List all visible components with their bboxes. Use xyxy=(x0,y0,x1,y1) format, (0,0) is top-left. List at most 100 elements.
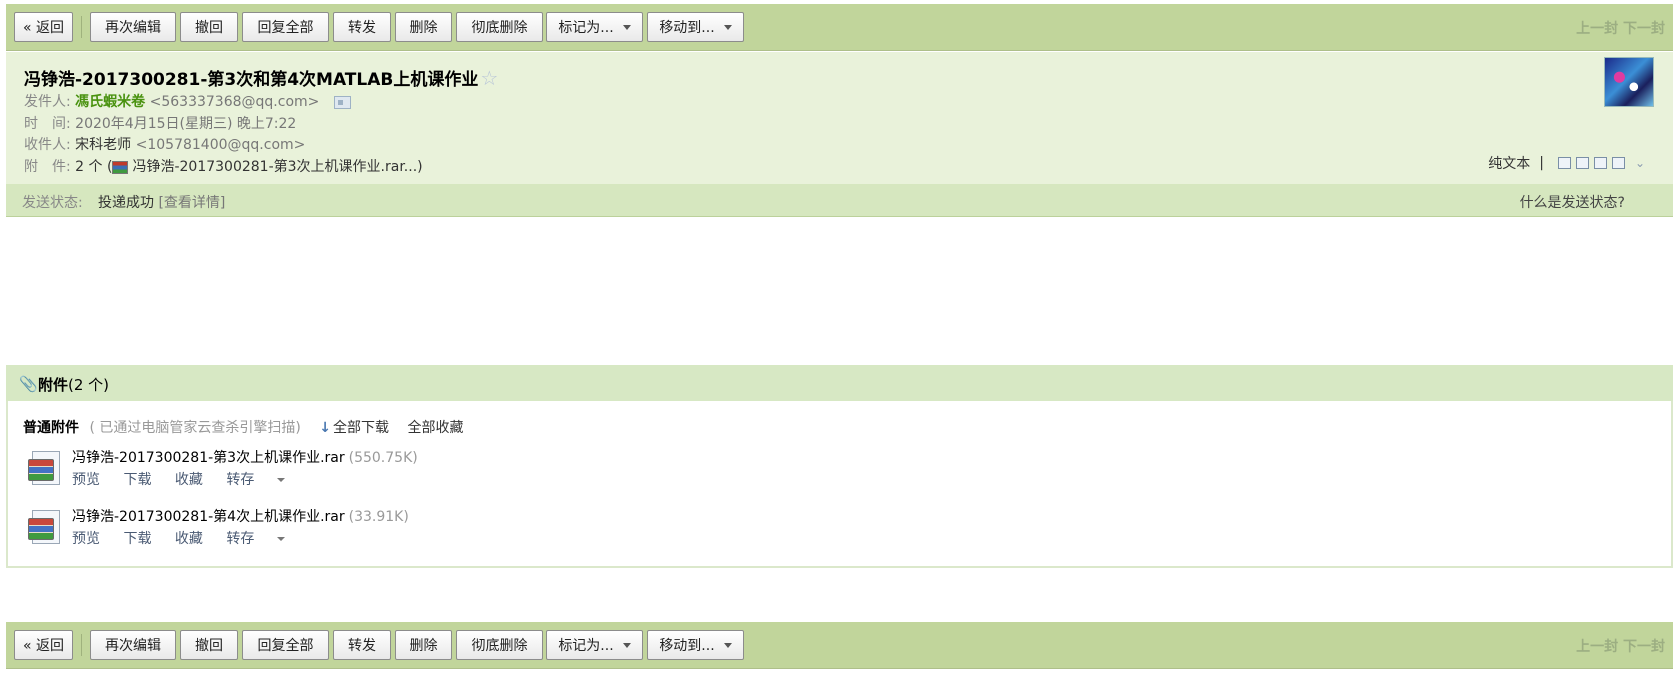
rar-archive-icon xyxy=(28,451,62,487)
download-all-link[interactable]: ↓ 全部下载 xyxy=(319,420,389,436)
recipient-email: <105781400@qq.com> xyxy=(135,137,306,153)
download-all-label: 全部下载 xyxy=(333,420,390,436)
favorite-link[interactable]: 收藏 xyxy=(175,472,203,488)
next-mail-link[interactable]: 下一封 xyxy=(1623,639,1665,655)
chevron-down-icon xyxy=(622,642,631,648)
toolbar-divider xyxy=(81,16,82,38)
time-label: 时 间: xyxy=(24,116,71,132)
attachment-name[interactable]: 冯铮浩-2017300281-第3次上机课作业.rar (550.75K) xyxy=(72,447,418,467)
top-toolbar: « 返回 再次编辑 撤回 回复全部 转发 删除 彻底删除 标记为... 移动到.… xyxy=(6,4,1673,51)
attachment-item: 冯铮浩-2017300281-第4次上机课作业.rar (33.91K) 预览 下… xyxy=(28,506,628,552)
mail-header: 冯铮浩-2017300281-第3次和第4次MATLAB上机课作业 ☆ 发件人: … xyxy=(6,52,1673,196)
attachment-group-header: 普通附件 ( 已通过电脑管家云查杀引擎扫描) ↓ 全部下载 全部收藏 xyxy=(23,417,463,437)
save-to-dropdown[interactable]: 转存 xyxy=(226,531,304,547)
attachment-first-link[interactable]: 冯铮浩-2017300281-第3次上机课作业.rar... xyxy=(132,159,417,175)
attachments-count: (2 个) xyxy=(68,376,110,394)
attachment-size: (550.75K) xyxy=(348,450,418,466)
recall-button[interactable]: 撤回 xyxy=(180,12,238,42)
prev-mail-link[interactable]: 上一封 xyxy=(1576,639,1618,655)
preview-link[interactable]: 预览 xyxy=(72,531,100,547)
back-button[interactable]: « 返回 xyxy=(14,630,73,660)
to-label: 收件人: xyxy=(24,137,71,153)
mail-subject: 冯铮浩-2017300281-第3次和第4次MATLAB上机课作业 ☆ xyxy=(24,65,498,90)
delete-permanently-button[interactable]: 彻底删除 xyxy=(456,12,543,42)
save-to-label: 转存 xyxy=(226,472,255,488)
document-icon[interactable] xyxy=(1575,157,1589,169)
save-to-label: 转存 xyxy=(226,531,255,547)
to-row: 收件人: 宋科老师 <105781400@qq.com> xyxy=(24,134,305,154)
attachments-header: 📎 附件(2 个) xyxy=(6,365,1673,401)
time-value: 2020年4月15日(星期三) 晚上7:22 xyxy=(75,116,297,132)
edit-again-button[interactable]: 再次编辑 xyxy=(90,12,176,42)
send-status-bar: 发送状态: 投递成功 [查看详情] 什么是发送状态? xyxy=(6,184,1673,217)
move-to-label: 移动到... xyxy=(659,638,715,654)
subject-text: 冯铮浩-2017300281-第3次和第4次MATLAB上机课作业 xyxy=(24,70,479,90)
attachment-paren: ) xyxy=(417,159,423,175)
preview-link[interactable]: 预览 xyxy=(72,472,100,488)
download-link[interactable]: 下载 xyxy=(123,472,151,488)
chevron-down-icon xyxy=(723,24,732,30)
new-window-icon[interactable] xyxy=(1557,157,1571,169)
expand-chevron-icon[interactable]: ⌄ xyxy=(1635,156,1645,170)
attachments-title-text: 附件 xyxy=(38,376,69,394)
attachment-count: 2 个 ( xyxy=(75,159,113,175)
download-link[interactable]: 下载 xyxy=(123,531,151,547)
bottom-toolbar: « 返回 再次编辑 撤回 回复全部 转发 删除 彻底删除 标记为... 移动到.… xyxy=(6,622,1673,669)
rar-archive-icon xyxy=(28,510,62,546)
prev-mail-link[interactable]: 上一封 xyxy=(1576,21,1618,37)
save-to-dropdown[interactable]: 转存 xyxy=(226,472,304,488)
recipient-name[interactable]: 宋科老师 xyxy=(75,137,131,153)
paperclip-icon: 📎 xyxy=(19,375,38,393)
forward-button[interactable]: 转发 xyxy=(333,630,391,660)
star-icon[interactable]: ☆ xyxy=(480,66,498,90)
favorite-link[interactable]: 收藏 xyxy=(175,531,203,547)
delete-permanently-button[interactable]: 彻底删除 xyxy=(456,630,543,660)
contact-card-icon[interactable] xyxy=(333,95,351,109)
chevron-down-icon xyxy=(723,642,732,648)
chevron-down-icon xyxy=(277,537,286,541)
attachment-filename: 冯铮浩-2017300281-第3次上机课作业.rar xyxy=(72,450,345,466)
attachments-panel: 普通附件 ( 已通过电脑管家云查杀引擎扫描) ↓ 全部下载 全部收藏 冯铮浩-20… xyxy=(6,401,1673,568)
sender-avatar[interactable] xyxy=(1604,57,1654,107)
chevron-down-icon xyxy=(622,24,631,30)
forward-button[interactable]: 转发 xyxy=(333,12,391,42)
plain-text-link[interactable]: 纯文本 xyxy=(1488,153,1530,173)
send-status-help-link[interactable]: 什么是发送状态? xyxy=(1520,192,1625,212)
send-status-label: 发送状态: xyxy=(22,195,83,211)
from-row: 发件人: 馮氏蝦米卷 <563337368@qq.com> xyxy=(24,91,351,111)
print-icon[interactable] xyxy=(1611,157,1625,169)
mark-as-label: 标记为... xyxy=(558,638,614,654)
recall-button[interactable]: 撤回 xyxy=(180,630,238,660)
reply-all-button[interactable]: 回复全部 xyxy=(242,630,329,660)
delete-button[interactable]: 删除 xyxy=(395,630,452,660)
move-to-dropdown[interactable]: 移动到... xyxy=(647,12,744,42)
attachment-actions: 预览 下载 收藏 转存 xyxy=(72,528,323,548)
reply-all-button[interactable]: 回复全部 xyxy=(242,12,329,42)
mark-as-dropdown[interactable]: 标记为... xyxy=(546,12,643,42)
move-to-label: 移动到... xyxy=(659,20,715,36)
attachment-label: 附 件: xyxy=(24,159,71,175)
send-status-text: 投递成功 xyxy=(98,195,154,211)
attachment-item: 冯铮浩-2017300281-第3次上机课作业.rar (550.75K) 预览 … xyxy=(28,447,628,493)
scan-note: ( 已通过电脑管家云查杀引擎扫描) xyxy=(89,420,301,436)
attachment-name[interactable]: 冯铮浩-2017300281-第4次上机课作业.rar (33.91K) xyxy=(72,506,409,526)
mark-as-dropdown[interactable]: 标记为... xyxy=(546,630,643,660)
delete-button[interactable]: 删除 xyxy=(395,12,452,42)
attachments-title: 附件(2 个) xyxy=(38,374,109,395)
attachment-size: (33.91K) xyxy=(348,509,409,525)
time-row: 时 间: 2020年4月15日(星期三) 晚上7:22 xyxy=(24,113,296,133)
send-status-value: 投递成功 [查看详情] xyxy=(98,192,225,212)
edit-again-button[interactable]: 再次编辑 xyxy=(90,630,176,660)
next-mail-link[interactable]: 下一封 xyxy=(1623,21,1665,37)
view-details-link[interactable]: [查看详情] xyxy=(158,195,225,211)
sender-name[interactable]: 馮氏蝦米卷 xyxy=(75,94,145,110)
back-button[interactable]: « 返回 xyxy=(14,12,73,42)
download-arrow-icon: ↓ xyxy=(319,420,332,436)
toolbar-divider xyxy=(81,634,82,656)
export-icon[interactable] xyxy=(1593,157,1607,169)
attachment-group-name: 普通附件 xyxy=(23,420,79,436)
save-all-link[interactable]: 全部收藏 xyxy=(407,420,463,436)
move-to-dropdown[interactable]: 移动到... xyxy=(647,630,744,660)
mail-pager: 上一封 下一封 xyxy=(1576,636,1665,656)
attachment-row: 附 件: 2 个 ( 冯铮浩-2017300281-第3次上机课作业.rar...… xyxy=(24,156,423,176)
